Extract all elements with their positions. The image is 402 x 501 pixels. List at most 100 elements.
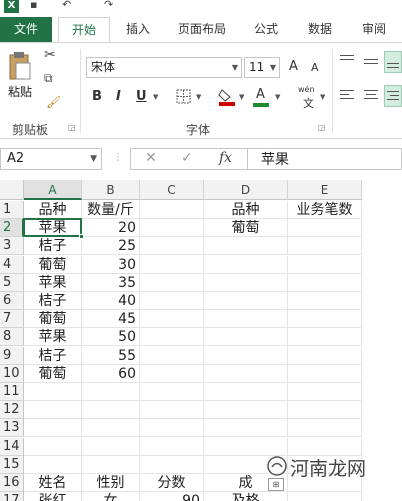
align-top-button[interactable] [338,51,358,69]
cell-c9[interactable] [140,346,204,365]
cell-b3[interactable]: 25 [82,237,140,256]
cell-e1[interactable]: 业务笔数 [288,201,362,219]
cell-e12[interactable] [288,401,362,420]
cell-a12[interactable] [24,401,82,420]
tab-formulas[interactable]: 公式 [246,17,286,42]
name-box[interactable]: A2 ▼ [0,148,102,170]
cell-c13[interactable] [140,419,204,438]
cell-a14[interactable] [24,437,82,456]
row-header-7[interactable]: 7 [0,310,24,329]
cell-e8[interactable] [288,328,362,347]
italic-button[interactable]: I [116,89,121,104]
cell-b11[interactable] [82,383,140,401]
cell-a4[interactable]: 葡萄 [24,255,82,274]
cell-b1[interactable]: 数量/斤 [82,201,140,219]
row-header-2[interactable]: 2 [0,219,24,238]
cell-c3[interactable] [140,237,204,256]
column-header-b[interactable]: B [82,180,140,200]
cell-a5[interactable]: 苹果 [24,273,82,292]
cell-a11[interactable] [24,383,82,401]
align-middle-button[interactable] [360,51,382,73]
column-header-e[interactable]: E [288,180,362,200]
align-left-button[interactable] [338,85,358,107]
cell-d5[interactable] [204,273,288,292]
cell-d12[interactable] [204,401,288,420]
format-painter-icon[interactable]: 🖌 [46,95,61,109]
chevron-down-icon[interactable]: ▼ [275,93,280,101]
cell-c1[interactable] [140,201,204,219]
cell-e6[interactable] [288,292,362,310]
row-header-11[interactable]: 11 [0,383,24,401]
cell-d7[interactable] [204,310,288,329]
cell-d10[interactable] [204,364,288,383]
cell-c5[interactable] [140,273,204,292]
cell-b17[interactable]: 女 [82,492,140,501]
font-name-select[interactable]: 宋体 ▼ [86,57,242,78]
cell-a8[interactable]: 苹果 [24,328,82,347]
cell-b6[interactable]: 40 [82,292,140,310]
align-center-button[interactable] [360,85,382,107]
formula-value[interactable]: 苹果 [261,150,289,170]
cell-c15[interactable] [140,455,204,474]
phonetic-guide-button[interactable]: 文 [303,95,314,111]
font-size-select[interactable]: 11 ▼ [244,57,280,78]
cell-a10[interactable]: 葡萄 [24,364,82,383]
column-header-d[interactable]: D [204,180,288,200]
cell-d17[interactable]: 及格 [204,492,288,501]
cell-e17[interactable] [288,492,362,501]
row-header-17[interactable]: 17 [0,492,24,501]
cell-c10[interactable] [140,364,204,383]
redo-button[interactable]: ↷ [104,0,113,11]
formula-input-area[interactable]: ✕ ✓ fx 苹果 [130,148,402,170]
cell-b15[interactable] [82,455,140,474]
cell-d1[interactable]: 品种 [204,201,288,219]
cell-b16[interactable]: 性别 [82,474,140,492]
row-header-6[interactable]: 6 [0,292,24,310]
row-header-3[interactable]: 3 [0,237,24,256]
cell-e7[interactable] [288,310,362,329]
row-header-9[interactable]: 9 [0,346,24,365]
fill-color-icon[interactable] [218,87,236,107]
cell-c8[interactable] [140,328,204,347]
cell-d14[interactable] [204,437,288,456]
tab-page-layout[interactable]: 页面布局 [170,17,234,42]
cell-e3[interactable] [288,237,362,256]
cancel-icon[interactable]: ✕ [145,150,157,166]
cell-d9[interactable] [204,346,288,365]
tab-home[interactable]: 开始 [58,17,110,43]
font-launcher-icon[interactable]: ◲ [318,123,326,132]
align-bottom-button[interactable] [384,51,402,73]
cell-a16[interactable]: 姓名 [24,474,82,492]
cell-a6[interactable]: 桔子 [24,292,82,310]
row-header-5[interactable]: 5 [0,273,24,292]
cell-e11[interactable] [288,383,362,401]
cell-c2[interactable] [140,219,204,238]
row-header-4[interactable]: 4 [0,255,24,274]
borders-icon[interactable] [176,89,192,105]
row-header-16[interactable]: 16 [0,474,24,492]
grow-font-button[interactable]: A [289,59,298,74]
copy-icon[interactable]: ⧉ [44,71,53,86]
cell-b9[interactable]: 55 [82,346,140,365]
cell-e13[interactable] [288,419,362,438]
cell-c6[interactable] [140,292,204,310]
paste-label[interactable]: 粘贴 [8,83,32,100]
cell-a1[interactable]: 品种 [24,201,82,219]
cell-b14[interactable] [82,437,140,456]
paste-icon[interactable] [8,51,32,81]
row-header-1[interactable]: 1 [0,201,24,219]
cell-e4[interactable] [288,255,362,274]
cell-a17[interactable]: 张红 [24,492,82,501]
shrink-font-button[interactable]: A [311,61,319,74]
chevron-down-icon[interactable]: ▼ [239,93,244,101]
cell-e5[interactable] [288,273,362,292]
tab-review[interactable]: 审阅 [354,17,394,42]
cell-b7[interactable]: 45 [82,310,140,329]
cell-c7[interactable] [140,310,204,329]
row-header-12[interactable]: 12 [0,401,24,420]
cell-c14[interactable] [140,437,204,456]
cell-b5[interactable]: 35 [82,273,140,292]
cell-d2[interactable]: 葡萄 [204,219,288,238]
cell-d13[interactable] [204,419,288,438]
cell-e14[interactable] [288,437,362,456]
